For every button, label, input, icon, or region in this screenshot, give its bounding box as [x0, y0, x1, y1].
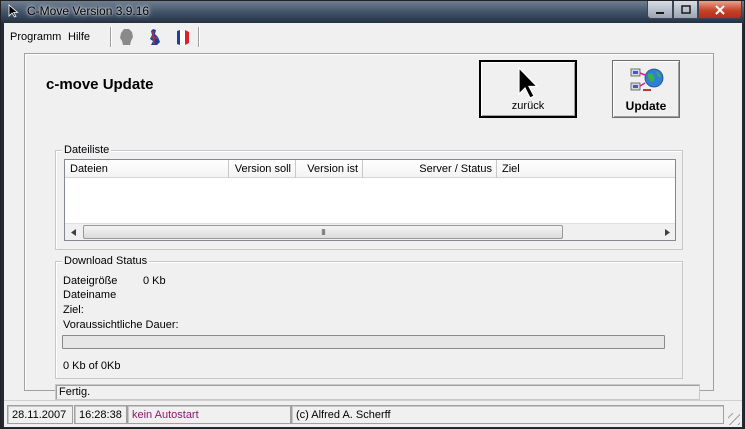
column-header-dateien[interactable]: Dateien: [65, 160, 229, 178]
update-button-label: Update: [625, 99, 667, 113]
column-header-ziel[interactable]: Ziel: [497, 160, 675, 178]
duration-label: Voraussichtliche Dauer:: [63, 319, 179, 331]
download-status-legend: Download Status: [62, 255, 150, 267]
target-label: Ziel:: [63, 304, 84, 316]
toolbar-separator: [198, 27, 200, 47]
column-header-version-ist[interactable]: Version ist: [296, 160, 363, 178]
maximize-icon: [680, 4, 691, 14]
cursor-arrow-icon: [8, 4, 19, 18]
transferred-amount: 0 Kb of 0Kb: [63, 360, 121, 372]
status-bar: 28.11.2007 16:28:38 kein Autostart (c) A…: [4, 400, 742, 427]
horizontal-scrollbar[interactable]: III: [65, 223, 675, 240]
column-header-version-soll[interactable]: Version soll: [229, 160, 296, 178]
download-progress-bar: [62, 335, 665, 349]
arrow-left-icon: [70, 228, 76, 236]
back-button[interactable]: zurück: [479, 60, 577, 118]
column-header-server-status[interactable]: Server / Status: [363, 160, 497, 178]
client-area: Programm Hilfe c-move Update zurück Upda…: [4, 23, 742, 427]
toolbar-separator: [110, 27, 112, 47]
scroll-right-button[interactable]: [658, 224, 675, 240]
scroll-thumb-grip: III: [321, 227, 326, 237]
germany-flag-icon[interactable]: [118, 28, 136, 46]
file-size-label: Dateigröße: [63, 275, 118, 287]
scroll-thumb[interactable]: III: [83, 225, 563, 239]
uk-flag-icon[interactable]: [146, 28, 164, 46]
menu-bar: Programm Hilfe: [4, 23, 742, 51]
maximize-button[interactable]: [673, 1, 698, 19]
menu-programm[interactable]: Programm: [10, 31, 61, 43]
title-bar[interactable]: C-Move Version 3.9.16: [1, 1, 745, 23]
file-name-label: Dateiname: [63, 289, 117, 301]
file-list-legend: Dateiliste: [62, 144, 112, 156]
arrow-right-icon: [664, 228, 670, 236]
file-size-value: 0 Kb: [143, 275, 166, 287]
minimize-icon: [656, 11, 664, 14]
cursor-arrow-icon: [518, 67, 539, 99]
close-icon: [715, 4, 725, 15]
resize-grip[interactable]: [728, 413, 740, 425]
status-message: Fertig.: [55, 384, 700, 400]
status-copyright: (c) Alfred A. Scherff: [291, 405, 724, 424]
file-list-group: Dateiliste Dateien Version soll Version …: [55, 144, 683, 250]
caption-buttons: [647, 1, 742, 19]
scroll-left-button[interactable]: [65, 224, 82, 240]
menu-hilfe[interactable]: Hilfe: [68, 31, 90, 43]
window-title: C-Move Version 3.9.16: [27, 4, 150, 18]
app-window: C-Move Version 3.9.16 Programm Hilfe c-m…: [0, 0, 745, 429]
france-flag-icon[interactable]: [174, 28, 192, 46]
minimize-button[interactable]: [647, 1, 673, 19]
update-button[interactable]: Update: [612, 60, 680, 118]
file-list-view[interactable]: Dateien Version soll Version ist Server …: [64, 159, 676, 241]
close-button[interactable]: [698, 1, 742, 19]
status-time: 16:28:38: [74, 405, 127, 424]
status-date: 28.11.2007: [7, 405, 73, 424]
status-autostart: kein Autostart: [127, 405, 291, 424]
network-globe-icon: [630, 68, 664, 91]
back-button-label: zurück: [511, 100, 545, 112]
download-status-group: Download Status Dateigröße 0 Kb Dateinam…: [55, 255, 683, 379]
page-title: c-move Update: [46, 76, 154, 93]
update-panel: c-move Update zurück Update Dateiliste D…: [24, 53, 714, 400]
file-list-header: Dateien Version soll Version ist Server …: [65, 160, 675, 178]
